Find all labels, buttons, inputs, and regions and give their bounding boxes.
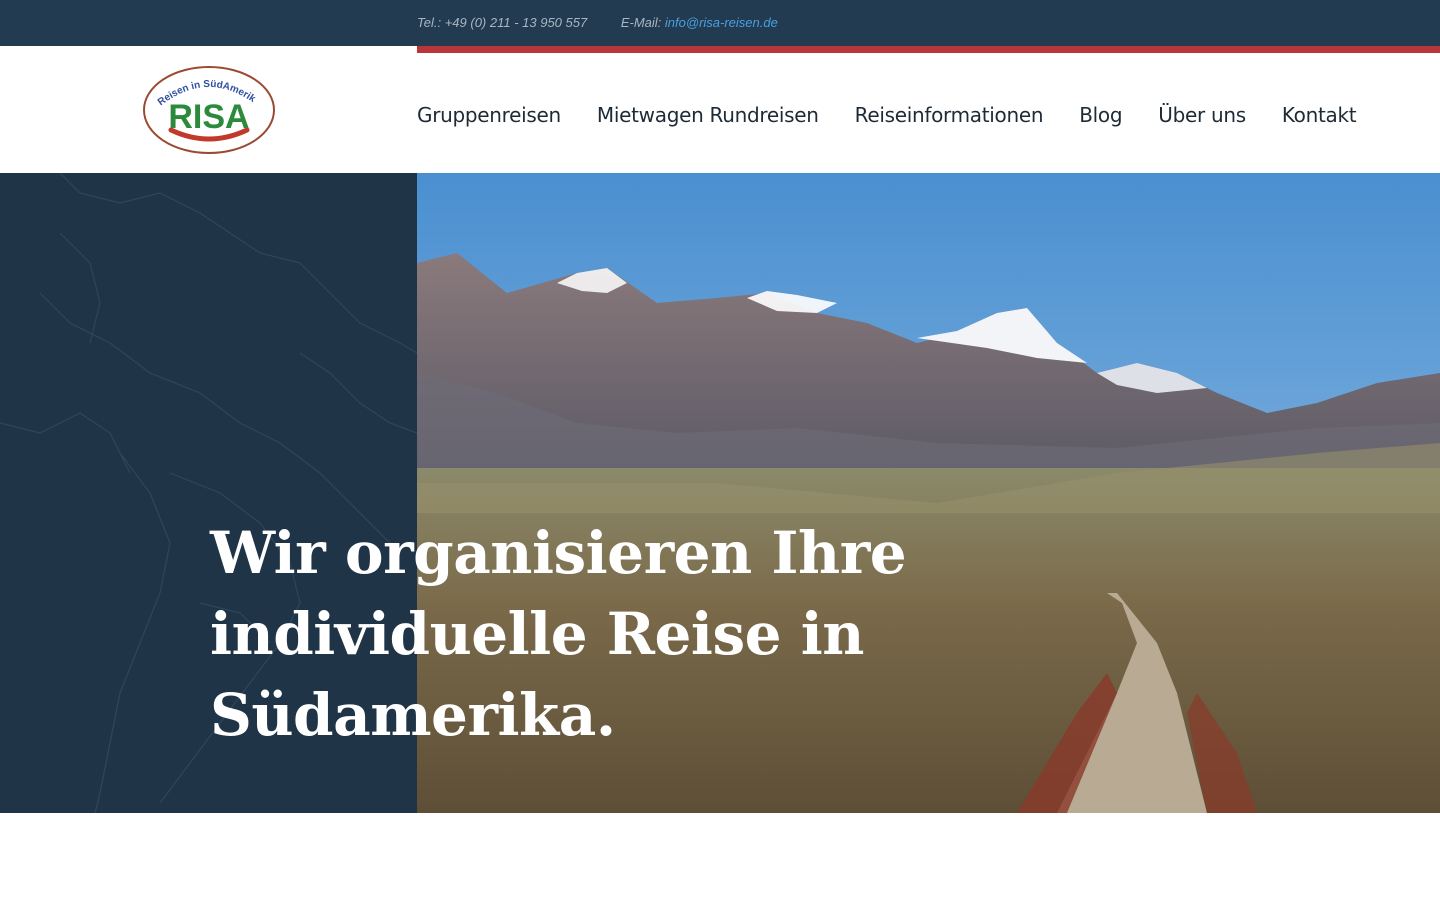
email-label: E-Mail: [620, 15, 662, 30]
nav-item-ueber-uns[interactable]: Über uns [1158, 103, 1246, 127]
site-header: Reisen in SüdAmerika RISA Gruppenreisen … [0, 46, 1440, 173]
top-contact-bar: Tel.: +49 (0) 211 - 13 950 557 E-Mail: i… [0, 0, 1440, 46]
hero-headline: Wir organisieren Ihre individuelle Reise… [210, 513, 910, 756]
nav-item-blog[interactable]: Blog [1079, 103, 1122, 127]
main-nav: Gruppenreisen Mietwagen Rundreisen Reise… [417, 103, 1357, 127]
logo-wordmark: RISA [168, 98, 249, 136]
hero-headline-line-2: individuelle Reise in [210, 600, 864, 668]
nav-item-reiseinformationen[interactable]: Reiseinformationen [855, 103, 1044, 127]
phone-number[interactable]: Tel.: +49 (0) 211 - 13 950 557 [417, 15, 587, 30]
hero-headline-line-3: Südamerika. [210, 681, 616, 749]
nav-item-mietwagen-rundreisen[interactable]: Mietwagen Rundreisen [597, 103, 819, 127]
email-link[interactable]: info@risa-reisen.de [665, 15, 778, 30]
risa-logo[interactable]: Reisen in SüdAmerika RISA [141, 64, 277, 156]
hero-section: Wir organisieren Ihre individuelle Reise… [0, 173, 1440, 813]
accent-divider [417, 46, 1440, 53]
hero-headline-line-1: Wir organisieren Ihre [210, 519, 907, 587]
nav-item-gruppenreisen[interactable]: Gruppenreisen [417, 103, 561, 127]
contact-info: Tel.: +49 (0) 211 - 13 950 557 E-Mail: i… [417, 15, 778, 30]
nav-item-kontakt[interactable]: Kontakt [1282, 103, 1357, 127]
